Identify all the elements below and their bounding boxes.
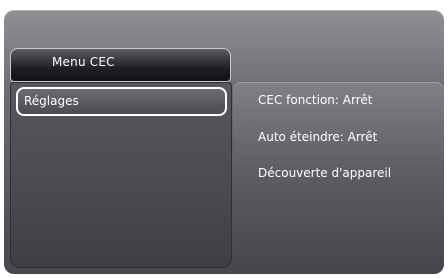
menu-title-tab [10,48,231,82]
option-cec-fonction[interactable]: CEC fonction: Arrêt [258,93,372,107]
option-decouverte-appareil[interactable]: Découverte d'appareil [258,166,391,180]
option-auto-eteindre[interactable]: Auto éteindre: Arrêt [258,130,377,144]
menu-item-reglages-label: Réglages [24,94,79,108]
menu-title: Menu CEC [52,55,115,69]
